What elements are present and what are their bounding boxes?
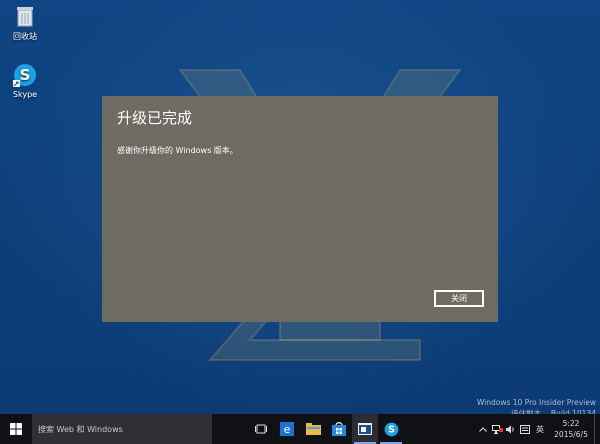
skype-icon: S (384, 422, 398, 436)
svg-text:S: S (388, 424, 395, 435)
notification-icon (520, 424, 530, 434)
desktop-icon-label: Skype (12, 90, 38, 99)
skype-icon: S (13, 64, 36, 87)
taskbar-skype-button[interactable]: S (378, 414, 404, 444)
dialog-title: 升级已完成 (117, 109, 193, 127)
edge-browser-icon: e (280, 422, 294, 436)
svg-text:S: S (20, 66, 31, 84)
start-button[interactable] (0, 414, 32, 444)
taskbar-file-explorer-button[interactable] (300, 414, 326, 444)
build-edition: Windows 10 Pro Insider Preview (476, 398, 596, 407)
tray-overflow-button[interactable] (476, 414, 490, 444)
taskbar-windows-update-button[interactable] (352, 414, 378, 444)
tray-volume-button[interactable] (504, 414, 518, 444)
tray-notification-button[interactable] (518, 414, 532, 444)
task-view-icon (255, 424, 267, 434)
tray-network-button[interactable] (490, 414, 504, 444)
file-explorer-icon (305, 423, 321, 435)
store-icon (332, 422, 346, 436)
system-tray: 英 5:22 2015/6/5 (476, 414, 600, 444)
volume-icon (506, 425, 514, 433)
chevron-up-icon (479, 426, 487, 432)
windows-logo-icon (10, 423, 22, 435)
clock-time: 5:22 (562, 419, 580, 428)
clock-date: 2015/6/5 (554, 430, 588, 439)
desktop-icon-recycle-bin[interactable]: 回收站 (3, 4, 47, 42)
desktop-icon-skype[interactable]: S Skype (3, 63, 47, 99)
taskbar: 搜索 Web 和 Windows e S 英 5:22 2015/6/5 (0, 414, 600, 444)
search-placeholder: 搜索 Web 和 Windows (38, 424, 123, 434)
windows-update-icon (358, 423, 372, 435)
input-method-indicator[interactable]: 英 (532, 424, 548, 435)
search-box[interactable]: 搜索 Web 和 Windows (32, 414, 212, 444)
task-view-button[interactable] (248, 414, 274, 444)
svg-text:e: e (284, 423, 291, 436)
desktop: 回收站 S Skype 升级已完成 感谢你升级你的 Windows 版本。 关闭… (0, 0, 600, 418)
clock[interactable]: 5:22 2015/6/5 (548, 418, 594, 440)
desktop-icon-label: 回收站 (13, 32, 37, 41)
close-button[interactable]: 关闭 (434, 290, 484, 307)
upgrade-complete-dialog: 升级已完成 感谢你升级你的 Windows 版本。 关闭 (102, 96, 498, 322)
taskbar-store-button[interactable] (326, 414, 352, 444)
show-desktop-button[interactable] (594, 414, 600, 444)
network-icon (491, 424, 503, 434)
taskbar-edge-button[interactable]: e (274, 414, 300, 444)
dialog-message: 感谢你升级你的 Windows 版本。 (117, 146, 238, 155)
recycle-bin-icon (17, 7, 33, 27)
